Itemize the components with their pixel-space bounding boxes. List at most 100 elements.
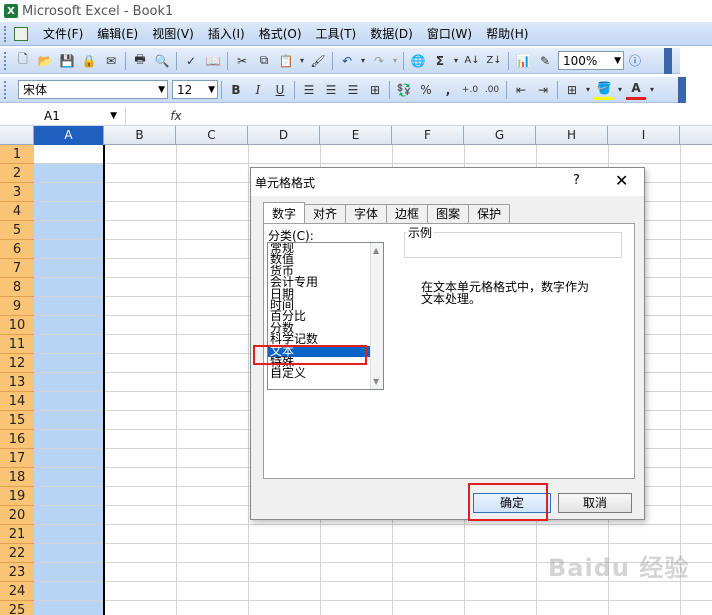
row-header-24[interactable]: 24 bbox=[0, 582, 34, 601]
spelling-icon[interactable]: ✓ bbox=[181, 51, 201, 71]
sort-ascending-icon[interactable]: A↓ bbox=[462, 51, 482, 71]
paste-dropdown-icon[interactable]: ▾ bbox=[298, 51, 306, 71]
row-header-7[interactable]: 7 bbox=[0, 259, 34, 278]
scroll-down-icon[interactable]: ▼ bbox=[373, 377, 379, 386]
font-name-select[interactable]: 宋体 ▼ bbox=[18, 80, 168, 99]
fill-color-dropdown-icon[interactable]: ▾ bbox=[616, 80, 624, 100]
row-header-9[interactable]: 9 bbox=[0, 297, 34, 316]
list-item[interactable]: 自定义 bbox=[268, 367, 383, 379]
row-header-6[interactable]: 6 bbox=[0, 240, 34, 259]
align-center-icon[interactable]: ☰ bbox=[321, 80, 341, 100]
row-header-15[interactable]: 15 bbox=[0, 411, 34, 430]
align-left-icon[interactable]: ☰ bbox=[299, 80, 319, 100]
drawing-icon[interactable]: ✎ bbox=[535, 51, 555, 71]
tab-alignment[interactable]: 对齐 bbox=[304, 204, 347, 224]
row-header-4[interactable]: 4 bbox=[0, 202, 34, 221]
menu-data[interactable]: 数据(D) bbox=[363, 23, 420, 44]
redo-icon[interactable]: ↷ bbox=[369, 51, 389, 71]
menu-format[interactable]: 格式(O) bbox=[252, 23, 309, 44]
comma-button[interactable]: , bbox=[438, 80, 458, 100]
help-button[interactable]: ? bbox=[573, 173, 580, 188]
sort-descending-icon[interactable]: Z↓ bbox=[484, 51, 504, 71]
row-header-13[interactable]: 13 bbox=[0, 373, 34, 392]
column-header-h[interactable]: H bbox=[536, 126, 608, 145]
column-header-a[interactable]: A bbox=[34, 126, 104, 145]
redo-dropdown-icon[interactable]: ▾ bbox=[391, 51, 399, 71]
row-header-5[interactable]: 5 bbox=[0, 221, 34, 240]
row-header-20[interactable]: 20 bbox=[0, 506, 34, 525]
row-header-2[interactable]: 2 bbox=[0, 164, 34, 183]
menu-window[interactable]: 窗口(W) bbox=[420, 23, 479, 44]
name-box[interactable]: A1 ▼ bbox=[0, 106, 126, 125]
row-header-10[interactable]: 10 bbox=[0, 316, 34, 335]
category-scrollbar[interactable]: ▲ ▼ bbox=[370, 243, 383, 389]
row-header-3[interactable]: 3 bbox=[0, 183, 34, 202]
row-header-18[interactable]: 18 bbox=[0, 468, 34, 487]
menu-view[interactable]: 视图(V) bbox=[145, 23, 201, 44]
menu-insert[interactable]: 插入(I) bbox=[201, 23, 252, 44]
bold-button[interactable]: B bbox=[226, 80, 246, 100]
category-list[interactable]: 常规 数值 货币 会计专用 日期 时间 百分比 分数 科学记数 文本 特殊 自定… bbox=[267, 242, 384, 390]
print-preview-icon[interactable]: 🔍 bbox=[152, 51, 172, 71]
align-right-icon[interactable]: ☰ bbox=[343, 80, 363, 100]
menu-edit[interactable]: 编辑(E) bbox=[90, 23, 145, 44]
column-header-c[interactable]: C bbox=[176, 126, 248, 145]
toolbar-grip[interactable] bbox=[4, 80, 8, 99]
cancel-button[interactable]: 取消 bbox=[558, 493, 632, 513]
currency-icon[interactable]: 💱 bbox=[394, 80, 414, 100]
select-all-corner[interactable] bbox=[0, 126, 34, 145]
row-header-17[interactable]: 17 bbox=[0, 449, 34, 468]
chart-wizard-icon[interactable]: 📊 bbox=[513, 51, 533, 71]
workbook-icon[interactable] bbox=[14, 26, 28, 41]
row-header-22[interactable]: 22 bbox=[0, 544, 34, 563]
row-header-8[interactable]: 8 bbox=[0, 278, 34, 297]
tab-font[interactable]: 字体 bbox=[345, 204, 388, 224]
decrease-indent-icon[interactable]: ⇤ bbox=[511, 80, 531, 100]
column-header-d[interactable]: D bbox=[248, 126, 320, 145]
insert-function-icon[interactable]: fx bbox=[156, 109, 196, 123]
row-header-23[interactable]: 23 bbox=[0, 563, 34, 582]
cut-icon[interactable]: ✂ bbox=[232, 51, 252, 71]
merge-center-icon[interactable]: ⊞ bbox=[365, 80, 385, 100]
row-header-16[interactable]: 16 bbox=[0, 430, 34, 449]
print-icon[interactable]: 🖶 bbox=[130, 51, 150, 71]
autosum-icon[interactable]: Σ bbox=[430, 51, 450, 71]
email-icon[interactable]: ✉ bbox=[101, 51, 121, 71]
column-header-f[interactable]: F bbox=[392, 126, 464, 145]
borders-dropdown-icon[interactable]: ▾ bbox=[584, 80, 592, 100]
toolbar-grip[interactable] bbox=[4, 51, 8, 70]
tab-number[interactable]: 数字 bbox=[263, 202, 306, 224]
paste-icon[interactable]: 📋 bbox=[276, 51, 296, 71]
row-header-1[interactable]: 1 bbox=[0, 145, 34, 164]
column-header-b[interactable]: B bbox=[104, 126, 176, 145]
undo-icon[interactable]: ↶ bbox=[337, 51, 357, 71]
column-header-partial[interactable] bbox=[680, 126, 712, 145]
menubar-grip[interactable] bbox=[4, 25, 8, 42]
hyperlink-icon[interactable]: 🌐 bbox=[408, 51, 428, 71]
active-cell-a1[interactable] bbox=[34, 145, 104, 164]
row-header-11[interactable]: 11 bbox=[0, 335, 34, 354]
increase-indent-icon[interactable]: ⇥ bbox=[533, 80, 553, 100]
toolbar-options-icon[interactable] bbox=[664, 48, 672, 74]
close-button[interactable]: ✕ bbox=[615, 171, 628, 190]
research-icon[interactable]: 📖 bbox=[203, 51, 223, 71]
fill-color-icon[interactable]: 🪣 bbox=[594, 80, 614, 100]
menu-tools[interactable]: 工具(T) bbox=[309, 23, 364, 44]
font-color-icon[interactable]: A bbox=[626, 80, 646, 100]
zoom-select[interactable]: 100% ▼ bbox=[558, 51, 624, 70]
row-header-21[interactable]: 21 bbox=[0, 525, 34, 544]
undo-dropdown-icon[interactable]: ▾ bbox=[359, 51, 367, 71]
menu-help[interactable]: 帮助(H) bbox=[479, 23, 535, 44]
column-header-i[interactable]: I bbox=[608, 126, 680, 145]
scroll-up-icon[interactable]: ▲ bbox=[373, 246, 379, 255]
row-header-19[interactable]: 19 bbox=[0, 487, 34, 506]
column-header-e[interactable]: E bbox=[320, 126, 392, 145]
permission-icon[interactable]: 🔒 bbox=[79, 51, 99, 71]
row-header-25[interactable]: 25 bbox=[0, 601, 34, 615]
autosum-dropdown-icon[interactable]: ▾ bbox=[452, 51, 460, 71]
toolbar-options-icon[interactable] bbox=[678, 77, 686, 103]
underline-button[interactable]: U bbox=[270, 80, 290, 100]
percent-button[interactable]: % bbox=[416, 80, 436, 100]
tab-protection[interactable]: 保护 bbox=[468, 204, 511, 224]
decrease-decimal-icon[interactable]: .00 bbox=[482, 80, 502, 100]
